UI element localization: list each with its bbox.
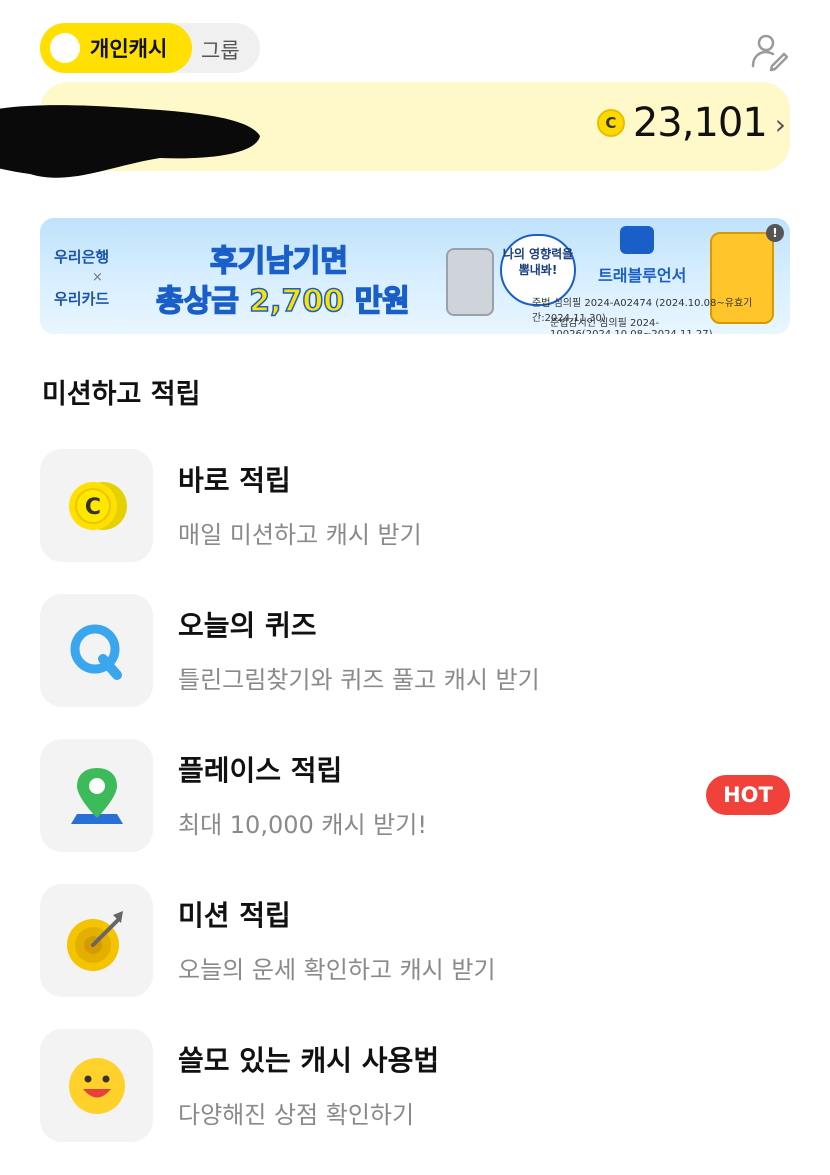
- mission-desc: 매일 미션하고 캐시 받기: [178, 521, 422, 549]
- mission-desc: 최대 10,000 캐시 받기!: [178, 811, 427, 839]
- mission-title: 오늘의 퀴즈: [178, 609, 317, 642]
- mission-icon-box: [40, 884, 153, 997]
- redacted-username: [0, 105, 260, 178]
- mission-desc: 틀린그림찾기와 퀴즈 풀고 캐시 받기: [178, 666, 540, 694]
- toggle-personal-label: 개인캐시: [90, 37, 168, 61]
- profile-edit-icon[interactable]: [748, 30, 790, 72]
- banner-bank-2: 우리카드: [54, 290, 110, 308]
- section-title: 미션하고 적립: [42, 379, 201, 410]
- svg-text:C: C: [84, 495, 100, 520]
- mission-item-place[interactable]: 플레이스 적립 최대 10,000 캐시 받기! HOT: [40, 739, 790, 852]
- balance-amount: 23,101: [632, 100, 768, 146]
- banner-headline-2: 총상금 2,700 만원: [155, 283, 410, 320]
- ad-info-icon[interactable]: !: [766, 224, 784, 242]
- toggle-group-label[interactable]: 그룹: [201, 35, 240, 65]
- banner-cross: ×: [92, 270, 103, 285]
- camera-icon: [620, 226, 654, 254]
- mission-icon-box: [40, 739, 153, 852]
- mission-icon-box: [40, 594, 153, 707]
- mission-icon-box: [40, 1029, 153, 1142]
- mission-item-quiz[interactable]: 오늘의 퀴즈 틀린그림찾기와 퀴즈 풀고 캐시 받기: [40, 594, 790, 707]
- banner-fine-2: 준법감시인 심의필 2024-10026(2024.10.08~2024.11.…: [550, 318, 713, 334]
- toggle-personal-cash[interactable]: 개인캐시: [40, 23, 192, 73]
- mission-title: 플레이스 적립: [178, 754, 343, 787]
- mission-item-instant[interactable]: C 바로 적립 매일 미션하고 캐시 받기: [40, 449, 790, 562]
- mission-item-cash-usage[interactable]: 쓸모 있는 캐시 사용법 다양해진 상점 확인하기: [40, 1029, 790, 1142]
- mission-icon-box: C: [40, 449, 153, 562]
- cash-coin-icon: C: [68, 481, 127, 530]
- cash-coin-icon: C: [596, 109, 625, 137]
- toggle-knob: [50, 33, 80, 63]
- mission-title: 바로 적립: [178, 464, 291, 497]
- target-dart-icon: [66, 910, 123, 971]
- cash-page: 개인캐시 그룹 C 23,101 › 우리은행 × 우리카드 후기남기면 총상금…: [0, 0, 830, 1175]
- mission-item-mission[interactable]: 미션 적립 오늘의 운세 확인하고 캐시 받기: [40, 884, 790, 997]
- mission-desc: 다양해진 상점 확인하기: [178, 1101, 415, 1129]
- promo-banner[interactable]: 우리은행 × 우리카드 후기남기면 총상금 2,700 만원 나의 영향력을 뽐…: [40, 218, 790, 334]
- banner-headline-1: 후기남기면: [209, 243, 349, 280]
- map-pin-icon: [70, 767, 123, 824]
- banner-brand: 트래블루언서: [598, 266, 687, 285]
- mission-title: 쓸모 있는 캐시 사용법: [178, 1044, 440, 1077]
- smiley-face-icon: [68, 1057, 125, 1114]
- quiz-q-icon: [70, 624, 122, 680]
- cash-balance[interactable]: C 23,101 ›: [596, 100, 786, 146]
- chevron-right-icon: ›: [774, 107, 786, 141]
- mission-desc: 오늘의 운세 확인하고 캐시 받기: [178, 956, 496, 984]
- hot-badge: HOT: [706, 775, 790, 815]
- mission-title: 미션 적립: [178, 899, 291, 932]
- banner-bank-1: 우리은행: [54, 248, 110, 266]
- cash-type-toggle[interactable]: 개인캐시 그룹: [40, 23, 260, 73]
- suitcase-icon: [446, 248, 494, 316]
